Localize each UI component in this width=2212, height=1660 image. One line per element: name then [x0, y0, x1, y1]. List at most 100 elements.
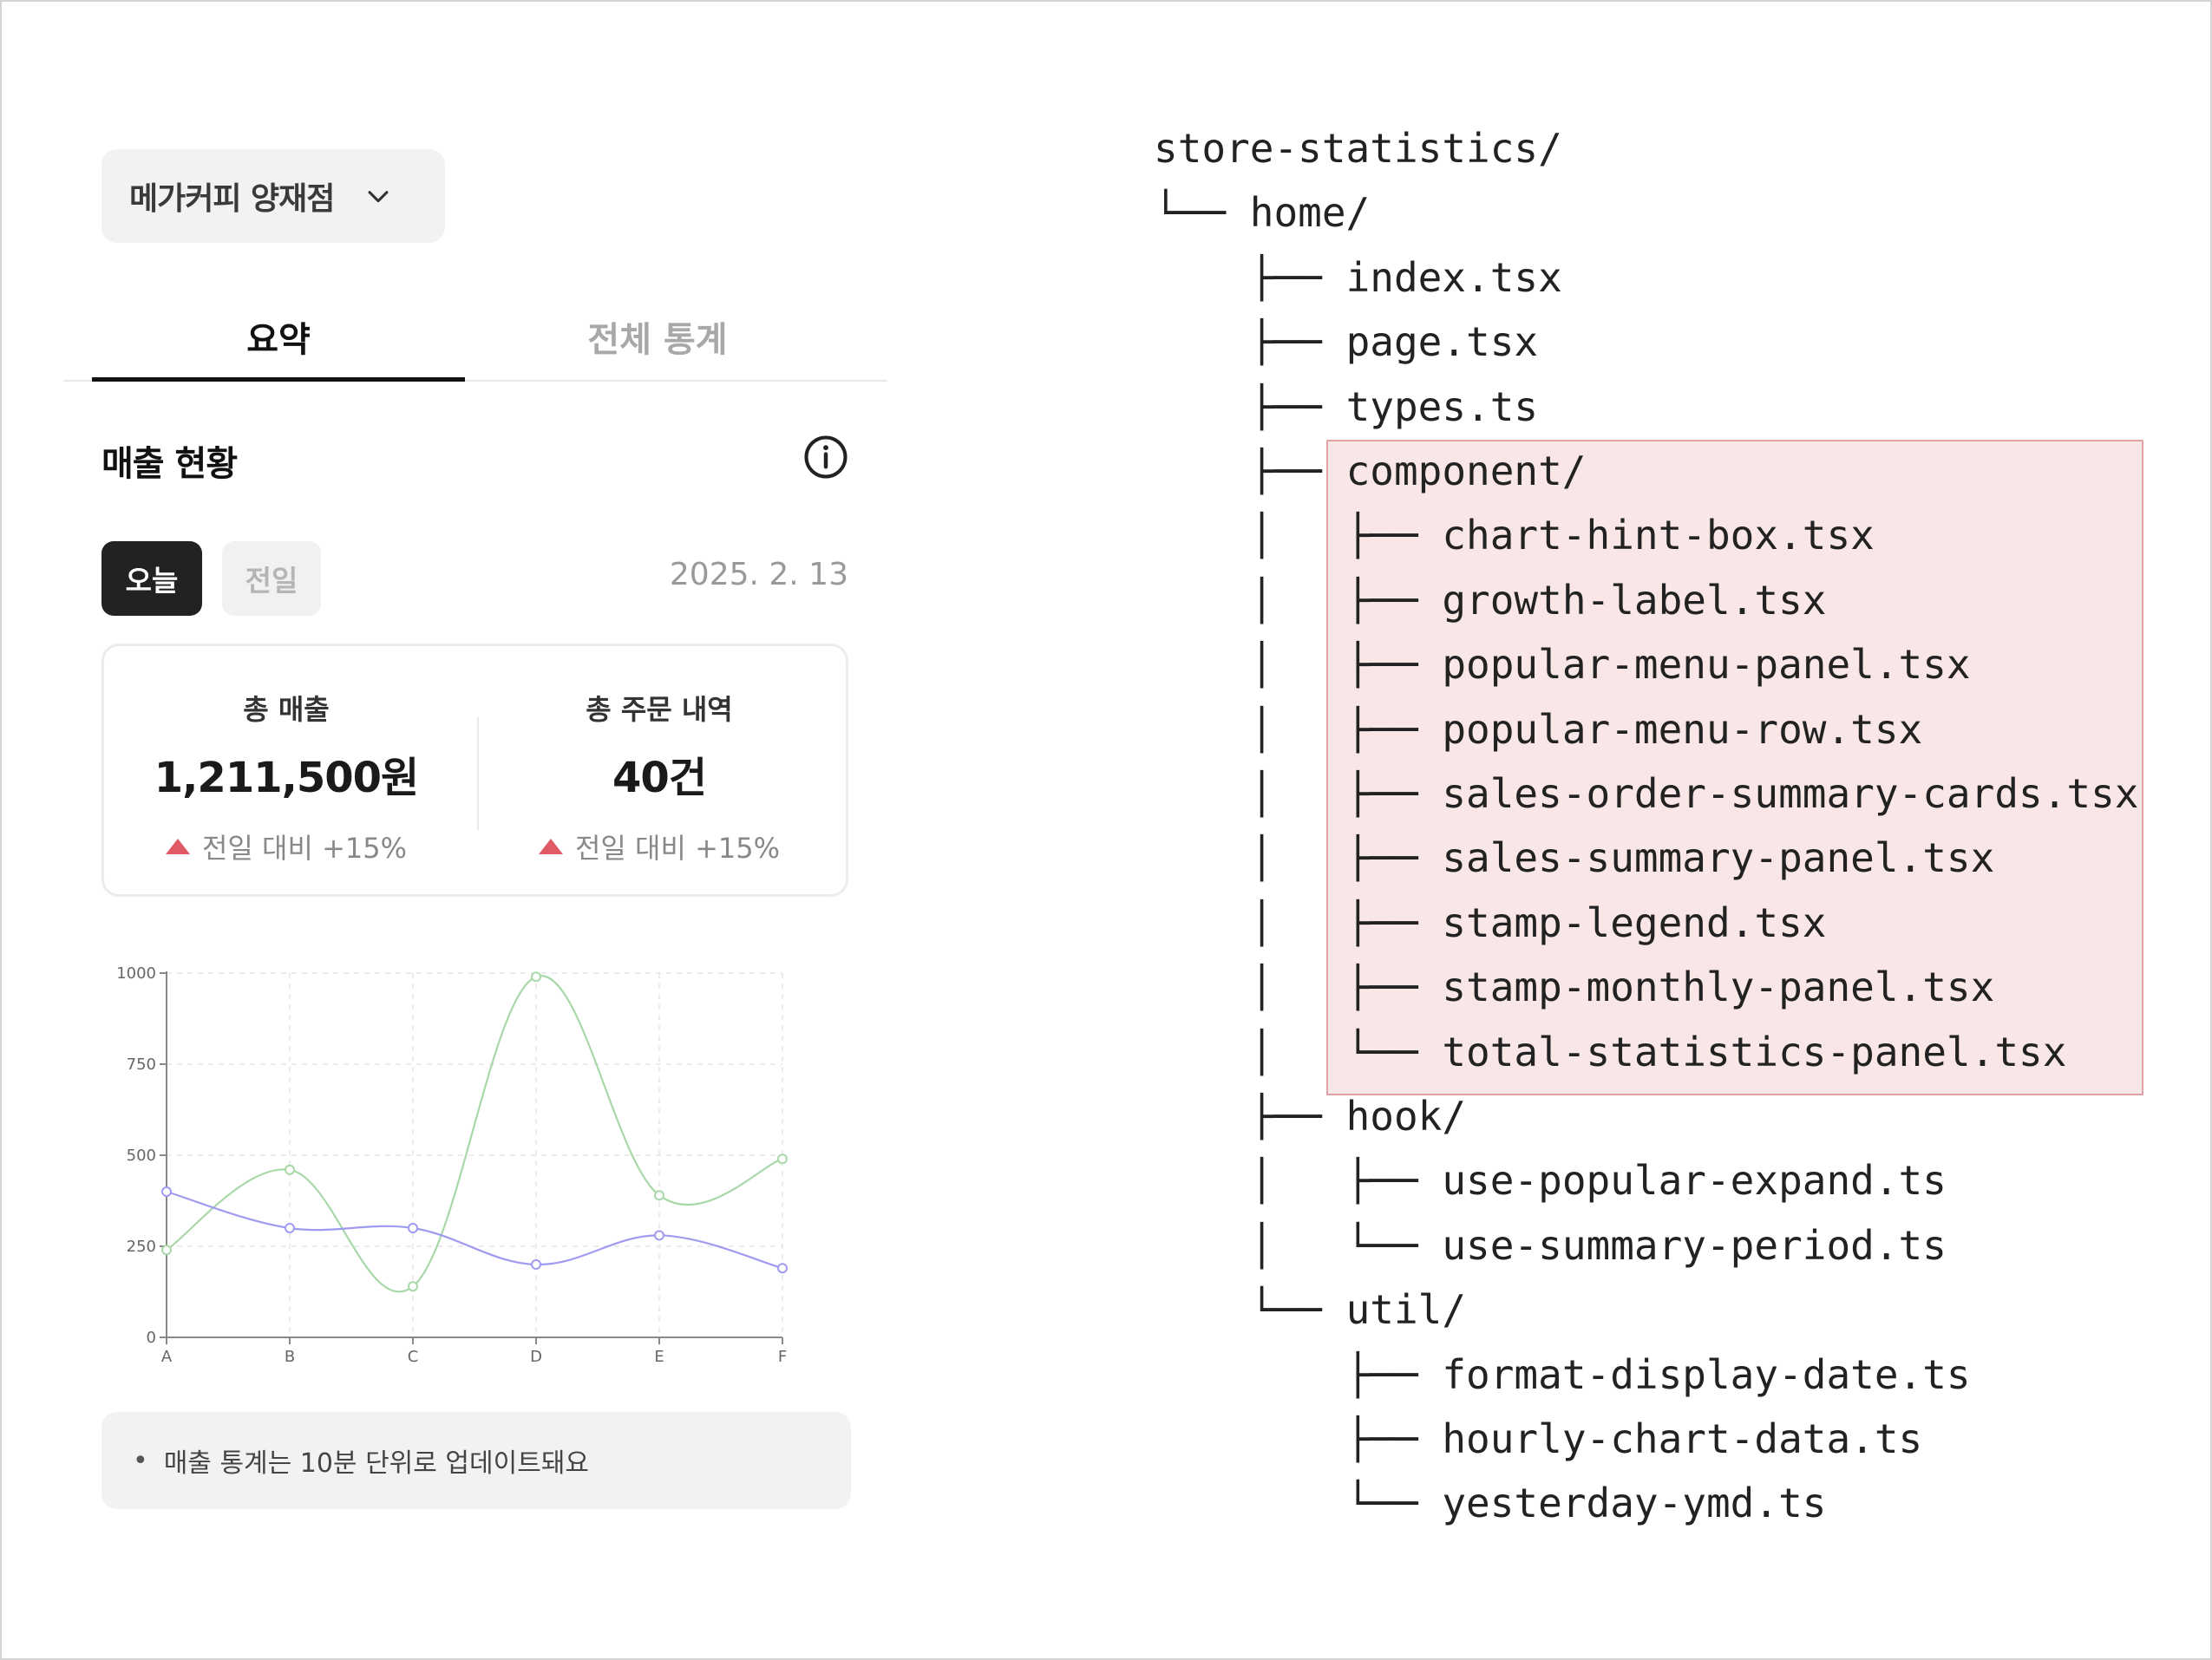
period-previous-button[interactable]: 전일: [222, 541, 321, 616]
file-tree-row: │ ├── use-popular-expand.ts: [1154, 1148, 1947, 1212]
date-label: 2025. 2. 13: [669, 557, 848, 592]
x-tick-label: B: [285, 1348, 295, 1366]
y-tick-label: 0: [147, 1329, 156, 1347]
tree-branch: ├──: [1154, 253, 1346, 301]
y-tick-label: 500: [127, 1147, 156, 1165]
growth-up-icon: [165, 839, 190, 854]
growth-text: 전일 대비 +15%: [201, 832, 408, 865]
tree-branch: └──: [1154, 1480, 1443, 1527]
y-tick-label: 250: [127, 1238, 156, 1256]
file-tree-row: ├── hook/: [1154, 1084, 1466, 1148]
x-tick-label: E: [654, 1348, 664, 1366]
x-tick-label: C: [408, 1348, 419, 1366]
summary-card: 총 매출 1,211,500원 전일 대비 +15% 총 주문 내역 40건 전…: [101, 644, 848, 897]
tree-branch: ├──: [1154, 318, 1346, 366]
file-tree-row: ├── page.tsx: [1154, 310, 1538, 374]
tree-branch: │ └──: [1154, 1221, 1443, 1269]
metric-label: 총 매출: [243, 693, 330, 726]
data-point: [777, 1154, 788, 1165]
tree-entry-name: yesterday-ymd.ts: [1442, 1480, 1827, 1527]
file-tree-row: └── home/: [1154, 180, 1370, 245]
tree-branch: ├──: [1154, 1350, 1443, 1398]
x-tick-label: F: [778, 1348, 787, 1366]
file-tree-row: ├── component/: [1154, 439, 1587, 503]
tree-entry-name: util/: [1345, 1286, 1467, 1334]
data-point: [161, 1245, 172, 1256]
growth-label: 전일 대비 +15%: [104, 827, 468, 866]
tree-entry-name: popular-menu-panel.tsx: [1442, 641, 1971, 689]
tree-branch: │ ├──: [1154, 1157, 1443, 1205]
tree-branch: ├──: [1154, 382, 1346, 430]
tree-branch: │ ├──: [1154, 770, 1443, 817]
metric-label: 총 주문 내역: [586, 693, 733, 726]
growth-label: 전일 대비 +15%: [477, 827, 841, 866]
y-tick-label: 750: [127, 1055, 156, 1074]
hourly-sales-chart: 0 250 500 750 1000 A B C D E F: [116, 964, 788, 1366]
tree-entry-name: growth-label.tsx: [1442, 576, 1827, 624]
file-tree-row: └── util/: [1154, 1278, 1466, 1342]
data-point: [408, 1223, 418, 1233]
file-tree-row: store-statistics/: [1154, 116, 1562, 180]
x-tick-label: D: [530, 1348, 542, 1366]
tree-entry-name: format-display-date.ts: [1442, 1350, 1971, 1398]
tree-branch: │ ├──: [1154, 964, 1443, 1011]
tree-entry-name: popular-menu-row.tsx: [1442, 705, 1923, 753]
tree-branch: │ ├──: [1154, 576, 1443, 624]
data-point: [531, 971, 541, 983]
info-icon[interactable]: [802, 434, 849, 480]
y-tick-label: 1000: [116, 964, 156, 983]
note-bullet: •: [133, 1445, 148, 1476]
tab-summary-label: 요약: [246, 320, 311, 360]
file-tree-row: │ ├── sales-summary-panel.tsx: [1154, 826, 1995, 890]
tree-entry-name: sales-order-summary-cards.tsx: [1442, 770, 2139, 817]
tree-entry-name: use-summary-period.ts: [1442, 1221, 1947, 1269]
file-tree-row: ├── types.ts: [1154, 375, 1538, 439]
tree-entry-name: sales-summary-panel.tsx: [1442, 834, 1995, 882]
tree-entry-name: chart-hint-box.tsx: [1442, 512, 1875, 559]
data-point: [285, 1223, 295, 1233]
tab-summary[interactable]: 요약: [92, 293, 465, 382]
period-today-button[interactable]: 오늘: [101, 541, 202, 616]
file-tree-row: ├── format-display-date.ts: [1154, 1343, 1971, 1407]
tree-entry-name: index.tsx: [1345, 253, 1562, 301]
data-point: [654, 1190, 664, 1201]
series-line: [166, 975, 783, 1293]
tab-active-indicator: [92, 377, 465, 382]
file-tree-row: │ ├── popular-menu-panel.tsx: [1154, 632, 1971, 696]
tree-entry-name: total-statistics-panel.tsx: [1442, 1028, 2067, 1075]
tree-branch: │ ├──: [1154, 834, 1443, 882]
file-tree-row: ├── hourly-chart-data.ts: [1154, 1407, 1923, 1471]
tree-branch: └──: [1154, 189, 1250, 237]
tab-total-statistics[interactable]: 전체 통계: [471, 293, 844, 380]
tree-branch: ├──: [1154, 1093, 1346, 1140]
tree-branch: │ ├──: [1154, 641, 1443, 689]
tree-entry-name: component/: [1345, 448, 1587, 494]
metric-value: 1,211,500원: [154, 754, 419, 802]
data-point: [408, 1281, 418, 1292]
tree-branch: │ ├──: [1154, 512, 1443, 559]
file-tree-row: │ ├── chart-hint-box.tsx: [1154, 503, 1875, 567]
series-line: [166, 1190, 783, 1270]
tree-entry-name: page.tsx: [1345, 318, 1539, 366]
tree-entry-name: use-popular-expand.ts: [1442, 1157, 1947, 1205]
metric-value: 40건: [612, 754, 707, 802]
file-tree-row: └── yesterday-ymd.ts: [1154, 1471, 1827, 1535]
store-name: 메가커피 양재점: [129, 181, 335, 217]
data-point: [531, 1259, 541, 1270]
tree-entry-name: stamp-legend.tsx: [1442, 899, 1827, 946]
file-tree-row: │ ├── popular-menu-row.tsx: [1154, 697, 1922, 761]
tree-entry-name: hourly-chart-data.ts: [1442, 1415, 1923, 1462]
chevron-down-icon: [368, 191, 389, 203]
update-notice: • 매출 통계는 10분 단위로 업데이트돼요: [101, 1412, 851, 1509]
data-point: [161, 1186, 172, 1197]
x-tick-label: A: [161, 1348, 173, 1366]
file-tree-row: │ └── use-summary-period.ts: [1154, 1213, 1947, 1278]
tree-branch: ├──: [1154, 448, 1346, 494]
file-tree-row: ├── index.tsx: [1154, 245, 1562, 310]
file-tree-row: │ ├── stamp-legend.tsx: [1154, 891, 1827, 955]
data-point: [285, 1164, 295, 1175]
data-point: [654, 1230, 664, 1241]
tab-total-statistics-label: 전체 통계: [587, 320, 728, 360]
store-selector[interactable]: 메가커피 양재점: [101, 149, 445, 243]
file-tree-row: │ ├── growth-label.tsx: [1154, 568, 1827, 632]
